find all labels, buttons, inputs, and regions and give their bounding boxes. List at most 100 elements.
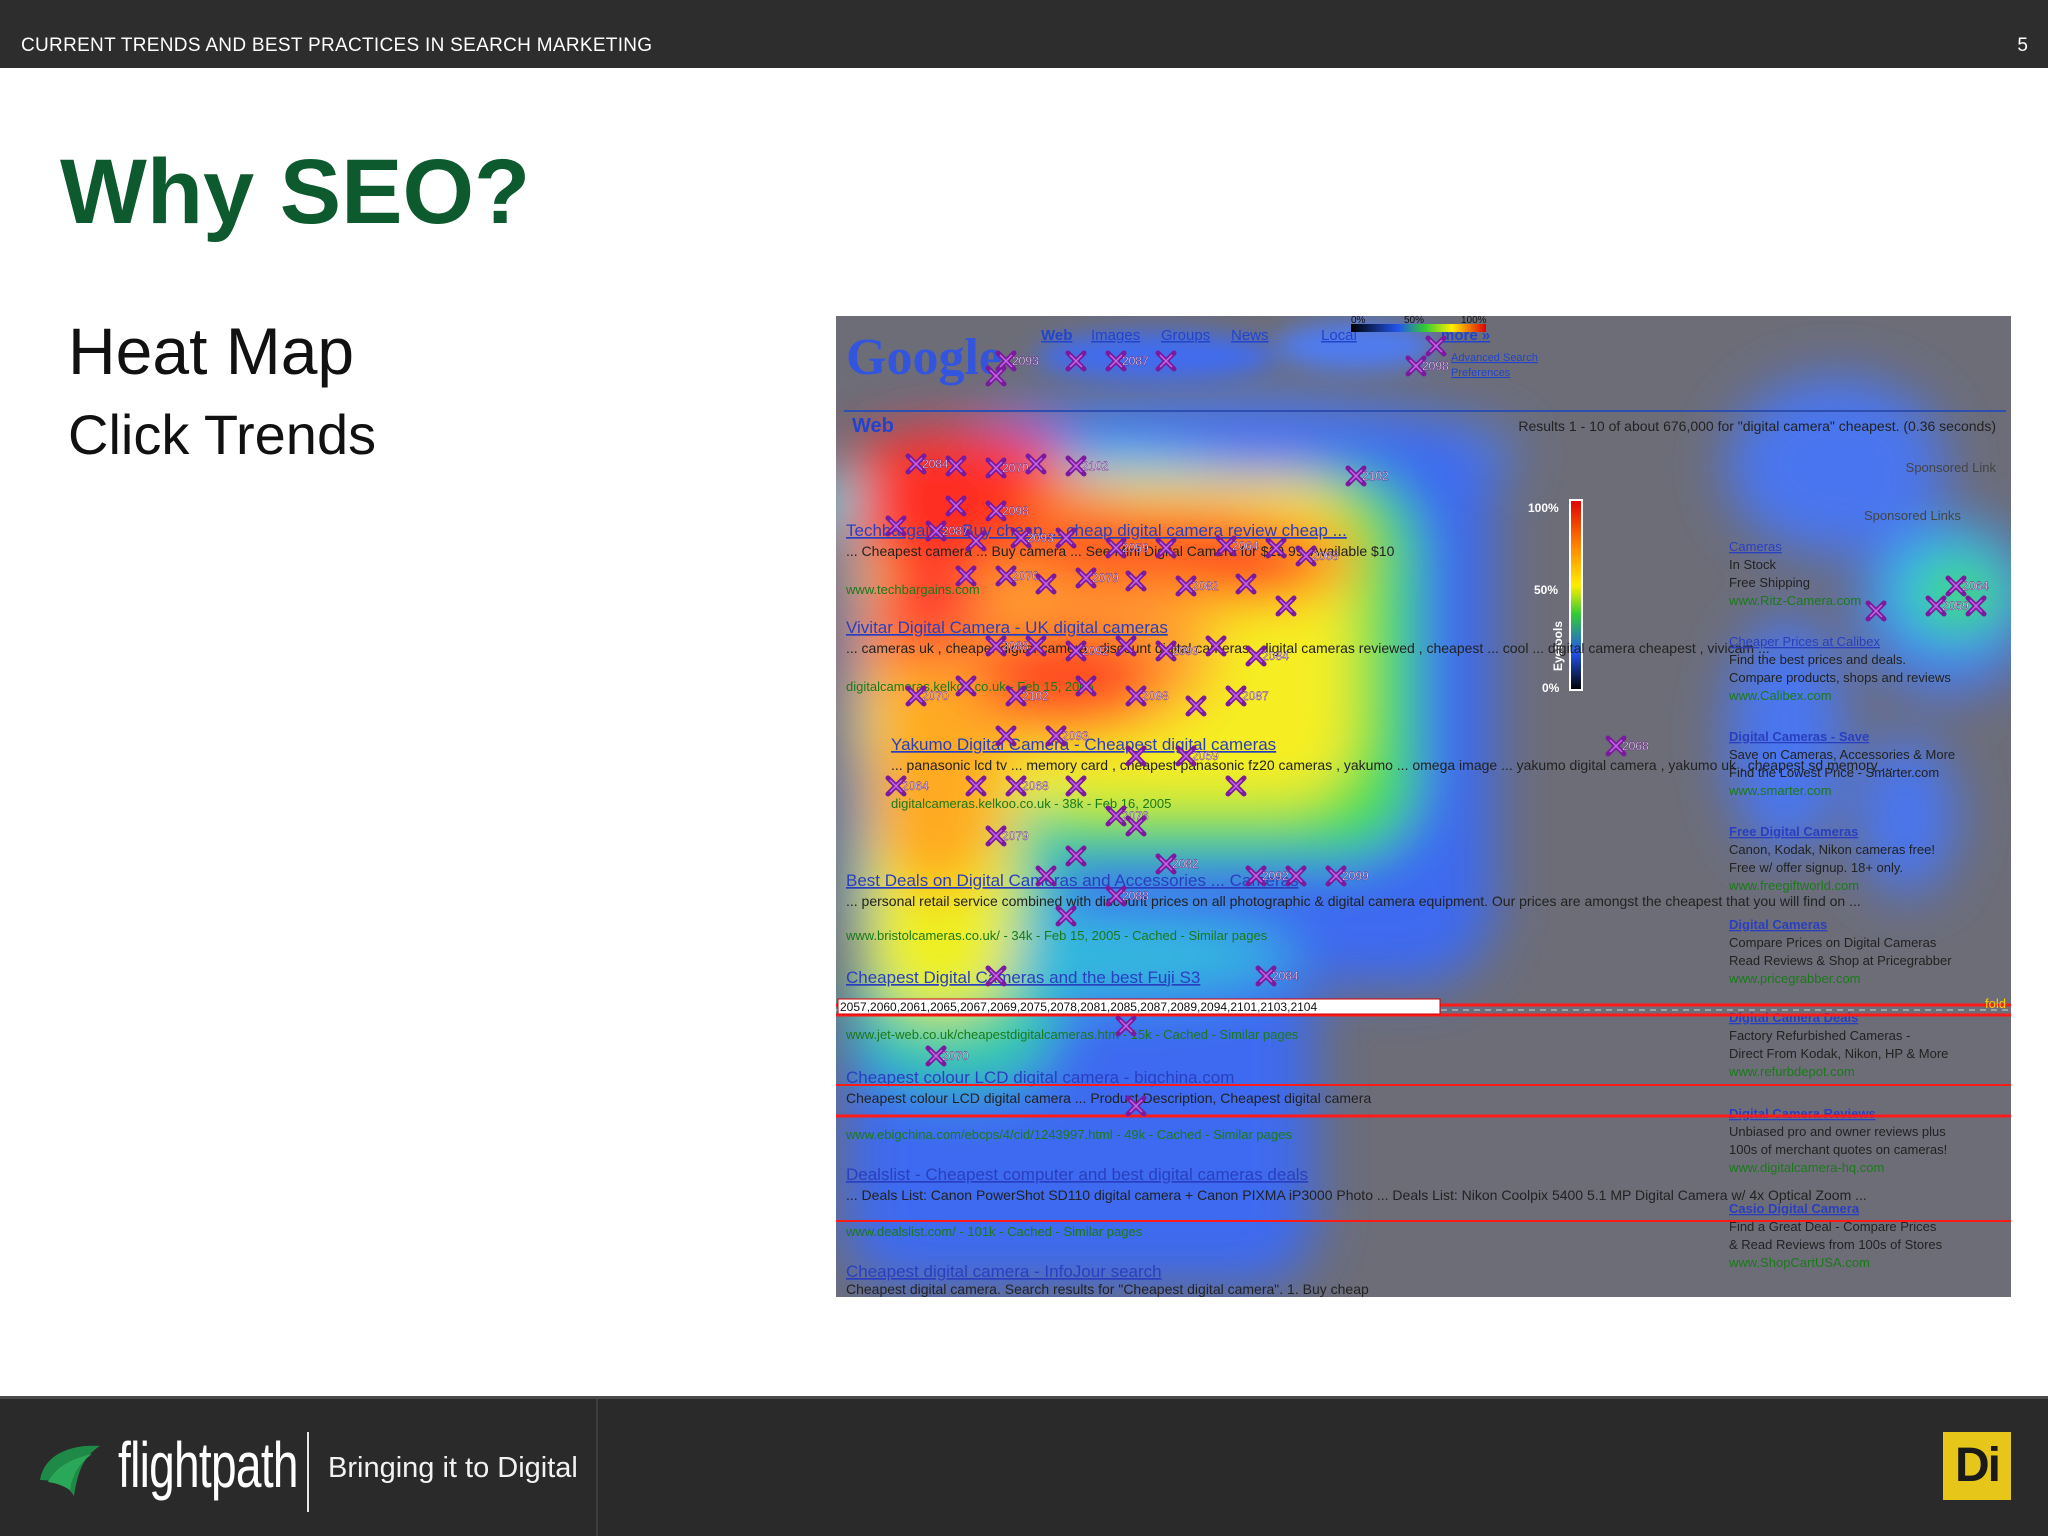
click-marker-label: 2088 [1002, 639, 1029, 653]
eyetools-scale [1569, 499, 1583, 691]
footer-separator [307, 1432, 309, 1512]
result-4-snippet: ... personal retail service combined wit… [846, 893, 1861, 909]
ad-7-title[interactable]: Digital Camera Reviews [1729, 1106, 1876, 1121]
google-logo: Google [846, 329, 1002, 386]
result-6-snippet: Cheapest colour LCD digital camera ... P… [846, 1090, 1371, 1106]
legend-mid: 50% [1404, 316, 1424, 326]
click-marker-label: 2084 [1272, 969, 1299, 983]
ad-4-line-2: Free w/ offer signup. 18+ only. [1729, 860, 1903, 875]
ad-7-line-2: 100s of merchant quotes on cameras! [1729, 1142, 1947, 1157]
ad-2-line-3: www.Calibex.com [1728, 688, 1832, 703]
slide-subheading-2: Click Trends [68, 403, 377, 466]
click-marker-label: 2059 [1192, 749, 1219, 763]
legend-low: 0% [1351, 316, 1366, 326]
ad-6-title[interactable]: Digital Camera Deals [1729, 1010, 1858, 1025]
result-2-title[interactable]: Vivitar Digital Camera - UK digital came… [846, 618, 1168, 637]
ad-3-line-2: Find the Lowest Price - Smarter.com [1729, 765, 1939, 780]
click-marker-label: 2082 [1192, 579, 1219, 593]
click-marker-label: 2064 [902, 779, 929, 793]
click-marker-label: 2099 [1172, 644, 1199, 658]
result-8-title[interactable]: Cheapest digital camera - InfoJour searc… [846, 1262, 1162, 1281]
flightpath-logo-icon [40, 1445, 100, 1496]
ad-4-title[interactable]: Free Digital Cameras [1729, 824, 1858, 839]
click-marker-label: 2102 [1362, 469, 1389, 483]
page-number: 5 [2017, 35, 2028, 56]
result-4-title[interactable]: Best Deals on Digital Cameras and Access… [846, 871, 1299, 890]
result-7-title[interactable]: Dealslist - Cheapest computer and best d… [846, 1165, 1308, 1184]
sponsored-link-label: Sponsored Link [1906, 460, 1997, 475]
scale-high: 100% [1528, 501, 1559, 515]
click-marker-label: 2064 [1232, 539, 1259, 553]
preferences-link[interactable]: Preferences [1451, 367, 1511, 379]
ad-1-line-1: In Stock [1729, 557, 1776, 572]
ad-2-line-1: Find the best prices and deals. [1729, 652, 1906, 667]
ad-6-line-3: www.refurbdepot.com [1728, 1064, 1855, 1079]
click-marker-label: 2087 [1122, 354, 1149, 368]
ad-2-title[interactable]: Cheaper Prices at Calibex [1729, 634, 1881, 649]
web-section-label: Web [852, 415, 894, 437]
click-marker-label: 2084 [1262, 649, 1289, 663]
result-6-url: www.ebigchina.com/ebcps/4/cid/1243997.ht… [845, 1127, 1292, 1142]
ad-4-line-1: Canon, Kodak, Nikon cameras free! [1729, 842, 1935, 857]
click-marker-label: 2059 [1942, 599, 1969, 613]
ad-1-line-2: Free Shipping [1729, 575, 1810, 590]
presentation-title: CURRENT TRENDS AND BEST PRACTICES IN SEA… [21, 35, 653, 56]
heatmap-image: Google Web Images Groups News Local more… [836, 316, 2011, 1297]
nav-news[interactable]: News [1231, 327, 1269, 344]
ad-3-line-3: www.smarter.com [1728, 783, 1832, 798]
ad-7-line-1: Unbiased pro and owner reviews plus [1729, 1124, 1946, 1139]
ad-3-title[interactable]: Digital Cameras - Save [1729, 729, 1869, 744]
result-5-url: www.jet-web.co.uk/cheapestdigitalcameras… [845, 1027, 1299, 1042]
click-marker-label: 2093 [1062, 729, 1089, 743]
nav-web[interactable]: Web [1041, 327, 1072, 344]
ad-7-line-3: www.digitalcamera-hq.com [1728, 1160, 1884, 1175]
click-marker-label: 2070 [942, 1049, 969, 1063]
click-marker-label: 2059 [1122, 541, 1149, 555]
nav-images[interactable]: Images [1091, 327, 1140, 344]
results-line: Results 1 - 10 of about 676,000 for "dig… [1518, 418, 1996, 434]
ad-8-line-3: www.ShopCartUSA.com [1728, 1255, 1870, 1270]
fold-click-numbers: 2057,2060,2061,2065,2067,2069,2075,2078,… [840, 1000, 1317, 1014]
click-marker-label: 2068 [1312, 549, 1339, 563]
legend-high: 100% [1461, 316, 1487, 326]
click-marker-label: 2092 [1082, 644, 1109, 658]
click-marker-label: 2064 [1962, 579, 1989, 593]
click-marker-label: 2082 [1172, 857, 1199, 871]
click-marker-label: 2093 [1012, 354, 1039, 368]
click-marker-label: 2068 [1622, 739, 1649, 753]
ad-5-line-1: Compare Prices on Digital Cameras [1729, 935, 1937, 950]
result-5-title[interactable]: Cheapest Digital Cameras and the best Fu… [846, 968, 1200, 987]
click-marker-label: 2098 [1142, 689, 1169, 703]
click-marker-label: 2099 [1342, 869, 1369, 883]
fold-label: fold [1985, 996, 2006, 1011]
sponsored-links-label: Sponsored Links [1864, 508, 1961, 523]
nav-groups[interactable]: Groups [1161, 327, 1210, 344]
click-marker-label: 2084 [922, 457, 949, 471]
flightpath-wordmark: flightpath [118, 1429, 299, 1501]
click-marker-label: 2079 [1002, 829, 1029, 843]
click-marker-label: 2076 [1012, 569, 1039, 583]
click-marker-label: 2098 [1002, 504, 1029, 518]
result-1-title[interactable]: Techbargains - Buy cheap ... cheap digit… [846, 521, 1347, 540]
scale-mid: 50% [1534, 583, 1558, 597]
ad-2-line-2: Compare products, shops and reviews [1729, 670, 1951, 685]
click-marker-label: 2098 [1422, 359, 1449, 373]
result-2-snippet: ... cameras uk , cheaper digital camera … [846, 640, 1770, 656]
ad-5-line-3: www.pricegrabber.com [1728, 971, 1861, 986]
scale-low: 0% [1542, 681, 1560, 695]
top-bar: CURRENT TRENDS AND BEST PRACTICES IN SEA… [0, 0, 2048, 68]
click-marker-label: 2079 [1092, 571, 1119, 585]
click-marker-label: 2093 [1027, 531, 1054, 545]
click-marker-label: 2088 [1122, 889, 1149, 903]
ad-6-line-2: Direct From Kodak, Nikon, HP & More [1729, 1046, 1948, 1061]
ad-8-title[interactable]: Casio Digital Camera [1729, 1201, 1860, 1216]
advanced-search-link[interactable]: Advanced Search [1451, 352, 1538, 364]
click-marker-label: 2087 [1242, 689, 1269, 703]
ad-1-title[interactable]: Cameras [1729, 539, 1782, 554]
click-marker-label: 2068 [1022, 779, 1049, 793]
ad-3-line-1: Save on Cameras, Accessories & More [1729, 747, 1955, 762]
slide-heading: Why SEO? [60, 141, 531, 243]
ad-5-title[interactable]: Digital Cameras [1729, 917, 1827, 932]
footer: flightpath Bringing it to Digital Di [0, 1396, 2048, 1536]
ad-1-line-3: www.Ritz-Camera.com [1728, 593, 1861, 608]
